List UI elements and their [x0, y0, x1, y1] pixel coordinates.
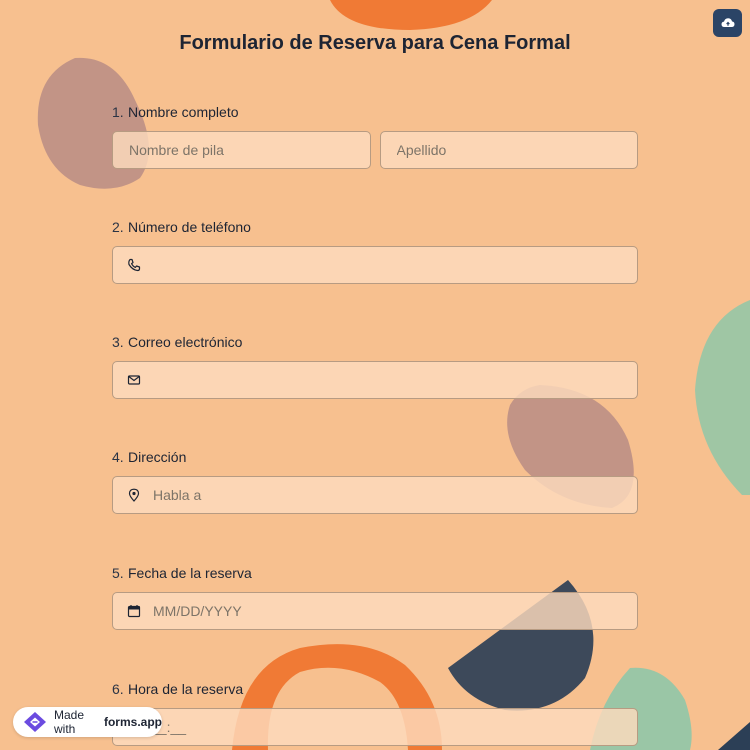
question-number: 6.	[112, 681, 124, 697]
last-name-input[interactable]	[394, 141, 623, 159]
question-number: 3.	[112, 334, 124, 350]
question-number: 4.	[112, 449, 124, 465]
question-address: 4. Dirección	[112, 447, 638, 514]
question-number: 1.	[112, 104, 124, 120]
save-button[interactable]	[713, 9, 742, 37]
navy-corner	[718, 722, 750, 750]
badge-brand: forms.app	[103, 715, 162, 729]
question-label: Nombre completo	[128, 104, 239, 120]
phone-field[interactable]	[112, 246, 638, 284]
first-name-field[interactable]	[112, 131, 371, 169]
question-number: 5.	[112, 565, 124, 581]
form-title: Formulario de Reserva para Cena Formal	[179, 32, 571, 54]
last-name-field[interactable]	[379, 131, 638, 169]
question-reservation-time: 6. Hora de la reserva	[112, 679, 638, 746]
question-label: Número de teléfono	[128, 219, 251, 235]
date-input[interactable]	[151, 602, 623, 620]
badge-prefix: Made with	[54, 708, 85, 736]
address-input[interactable]	[151, 486, 623, 504]
orange-ring-top	[330, 0, 492, 30]
phone-icon	[127, 258, 141, 272]
phone-input[interactable]	[151, 256, 623, 274]
question-label: Hora de la reserva	[128, 681, 244, 697]
calendar-icon	[127, 604, 141, 618]
question-full-name: 1. Nombre completo	[112, 102, 638, 169]
question-reservation-date: 5. Fecha de la reserva	[112, 563, 638, 630]
question-phone: 2. Número de teléfono	[112, 217, 638, 284]
question-label: Fecha de la reserva	[128, 565, 252, 581]
time-input[interactable]	[127, 718, 623, 736]
email-input[interactable]	[151, 371, 623, 389]
time-field[interactable]	[112, 708, 638, 746]
address-field[interactable]	[112, 476, 638, 514]
envelope-icon	[127, 373, 141, 387]
green-leaf-right	[695, 300, 750, 495]
question-email: 3. Correo electrónico	[112, 332, 638, 399]
question-label: Dirección	[128, 449, 187, 465]
first-name-input[interactable]	[127, 141, 356, 159]
cloud-upload-icon	[721, 18, 734, 27]
made-with-forms-app-badge[interactable]: Made with forms.app	[13, 707, 162, 737]
question-label: Correo electrónico	[128, 334, 243, 350]
forms-app-logo-icon	[22, 711, 48, 733]
email-field[interactable]	[112, 361, 638, 399]
question-number: 2.	[112, 219, 124, 235]
date-field[interactable]	[112, 592, 638, 630]
map-pin-icon	[127, 488, 141, 502]
